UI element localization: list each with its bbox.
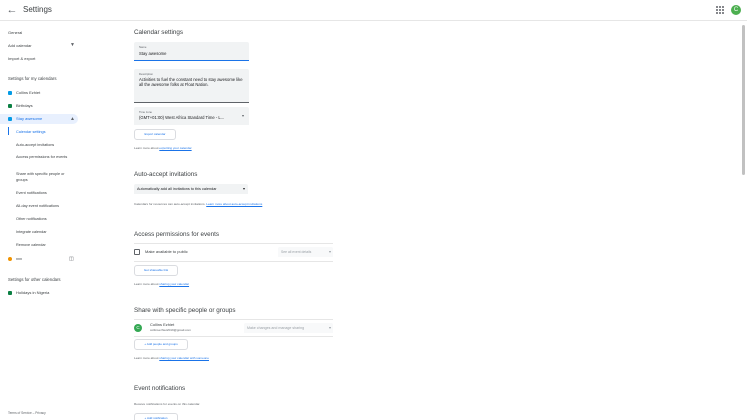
chevron-up-icon[interactable]: ▲ [70,116,75,122]
sidebar-item-calendar[interactable]: Holidays in Nigeria [0,288,82,298]
public-detail-value: See all event details [281,250,312,254]
dropdown-arrow-icon: ▾ [242,186,245,191]
sidebar-item-general[interactable]: General [8,30,22,35]
name-input[interactable]: Stay awesome [139,51,244,56]
sidebar-item-calendar-selected[interactable]: Stay awesome ▲ [0,114,78,124]
event-notifications-note: Receive notifications for events on this… [134,402,201,406]
dropdown-arrow-icon: ▾ [328,325,331,330]
export-calendar-button[interactable]: Export calendar [134,129,176,140]
footer-links[interactable]: Terms of Service – Privacy [8,411,46,415]
auto-accept-select[interactable]: Automatically add all invitations to thi… [134,184,248,194]
calendar-color-swatch [8,291,12,295]
sidebar-item-add-calendar[interactable]: Add calendar [8,43,32,48]
learn-more-sharing: Learn more about sharing your calendar [134,282,189,286]
field-underline [134,60,249,61]
timezone-select[interactable]: Time zone (GMT+01:00) West Africa Standa… [134,107,249,125]
name-field[interactable]: Name Stay awesome [134,42,249,61]
section-title-share: Share with specific people or groups [134,307,236,314]
apps-grid-icon[interactable] [716,6,724,14]
sidebar-item-calendar[interactable]: xxx ◫ [0,254,82,264]
permission-select[interactable]: Make changes and manage sharing ▾ [244,323,333,333]
calendar-label: Birthdays [16,103,33,108]
calendar-color-swatch [8,104,12,108]
learn-more-share-someone: Learn more about sharing your calendar w… [134,356,209,360]
sidebar-sub-access-permissions[interactable]: Access permissions for events [16,154,72,160]
learn-more-export: Learn more about exporting your calendar [134,146,192,150]
calendar-label: Holidays in Nigeria [16,290,50,295]
divider [134,336,333,337]
settings-main: Calendar settings Name Stay awesome Desc… [130,21,738,420]
sidebar-sub-remove-calendar[interactable]: Remove calendar [16,242,46,248]
public-detail-select[interactable]: See all event details ▾ [278,247,333,257]
dropdown-arrow-icon: ▾ [241,113,244,118]
sidebar-sub-integrate-calendar[interactable]: Integrate calendar [16,229,47,235]
field-label: Description [139,72,153,76]
learn-more-share-someone-link[interactable]: sharing your calendar with someone [159,356,209,360]
auto-accept-note-text: Calendars for resources can auto-accept … [134,202,207,206]
timezone-value: (GMT+01:00) West Africa Standard Time - … [139,115,225,120]
section-title-auto-accept: Auto-accept invitations [134,171,198,178]
person-name: Collins Ezhiet [150,322,175,327]
calendar-label: Stay awesome [16,116,43,121]
learn-prefix: Learn more about [134,282,160,286]
description-textarea[interactable]: Activities to fuel the constant need to … [139,77,244,87]
sidebar: General Add calendar ▼ Import & export S… [0,21,84,420]
field-underline [134,102,249,103]
calendar-label: Collins Ezhiet [16,90,41,95]
chevron-down-icon[interactable]: ▼ [70,42,75,48]
learn-more-auto-accept-link[interactable]: Learn more about auto-accept invitations [206,202,262,206]
dropdown-arrow-icon: ▾ [328,249,331,254]
add-notification-label: Add notification [146,416,168,420]
section-title-access-permissions: Access permissions for events [134,231,220,238]
divider [134,319,333,320]
sidebar-sub-share[interactable]: Share with specific people or groups [16,171,76,183]
account-avatar[interactable]: C [731,5,741,15]
permission-value: Make changes and manage sharing [247,326,305,330]
other-calendars-heading: Settings for other calendars [8,277,61,282]
my-calendars-heading: Settings for my calendars [8,76,57,81]
get-shareable-link-button[interactable]: Get shareable link [134,265,178,276]
learn-prefix: Learn more about [134,356,160,360]
back-arrow-icon[interactable]: ← [6,4,18,16]
top-bar: ← Settings C [0,0,747,21]
sidebar-item-calendar[interactable]: Birthdays [0,101,82,111]
sidebar-item-import-export[interactable]: Import & export [8,56,35,61]
calendar-label: xxx [16,256,22,261]
field-label: Time zone [139,110,152,114]
person-email: collinsezhiet2019@gmail.com [150,328,191,332]
section-title-calendar-settings: Calendar settings [134,29,184,36]
learn-prefix: Learn more about [134,146,160,150]
active-indicator [8,127,9,135]
learn-more-export-link[interactable]: exporting your calendar [159,146,191,150]
description-field[interactable]: Description Activities to fuel the const… [134,69,249,103]
person-avatar: C [134,324,142,332]
sidebar-sub-other-notifications[interactable]: Other notifications [16,216,47,222]
add-people-button[interactable]: + Add people and groups [134,339,188,350]
field-label: Name [139,45,147,49]
auto-accept-note: Calendars for resources can auto-accept … [134,202,262,206]
learn-more-sharing-link[interactable]: sharing your calendar [159,282,189,286]
divider [134,261,333,262]
section-title-event-notifications: Event notifications [134,385,186,392]
unsubscribe-icon[interactable]: ◫ [69,256,74,262]
sidebar-sub-auto-accept[interactable]: Auto-accept invitations [16,142,54,148]
auto-accept-value: Automatically add all invitations to thi… [137,187,217,191]
sidebar-item-calendar[interactable]: Collins Ezhiet [0,88,82,98]
add-notification-button[interactable]: + Add notification [134,413,178,420]
add-people-label: Add people and groups [146,342,178,346]
sidebar-sub-calendar-settings[interactable]: Calendar settings [16,129,46,135]
calendar-color-swatch [8,117,12,121]
divider [134,243,333,244]
sidebar-sub-all-day-notifications[interactable]: All-day event notifications [16,203,59,209]
public-checkbox[interactable] [134,249,140,255]
scrollbar-thumb[interactable] [742,25,745,175]
public-checkbox-label: Make available to public [145,249,188,254]
calendar-color-swatch [8,257,12,261]
scrollbar[interactable] [742,22,746,420]
calendar-color-swatch [8,91,12,95]
sidebar-sub-event-notifications[interactable]: Event notifications [16,190,47,196]
page-title: Settings [23,5,52,14]
